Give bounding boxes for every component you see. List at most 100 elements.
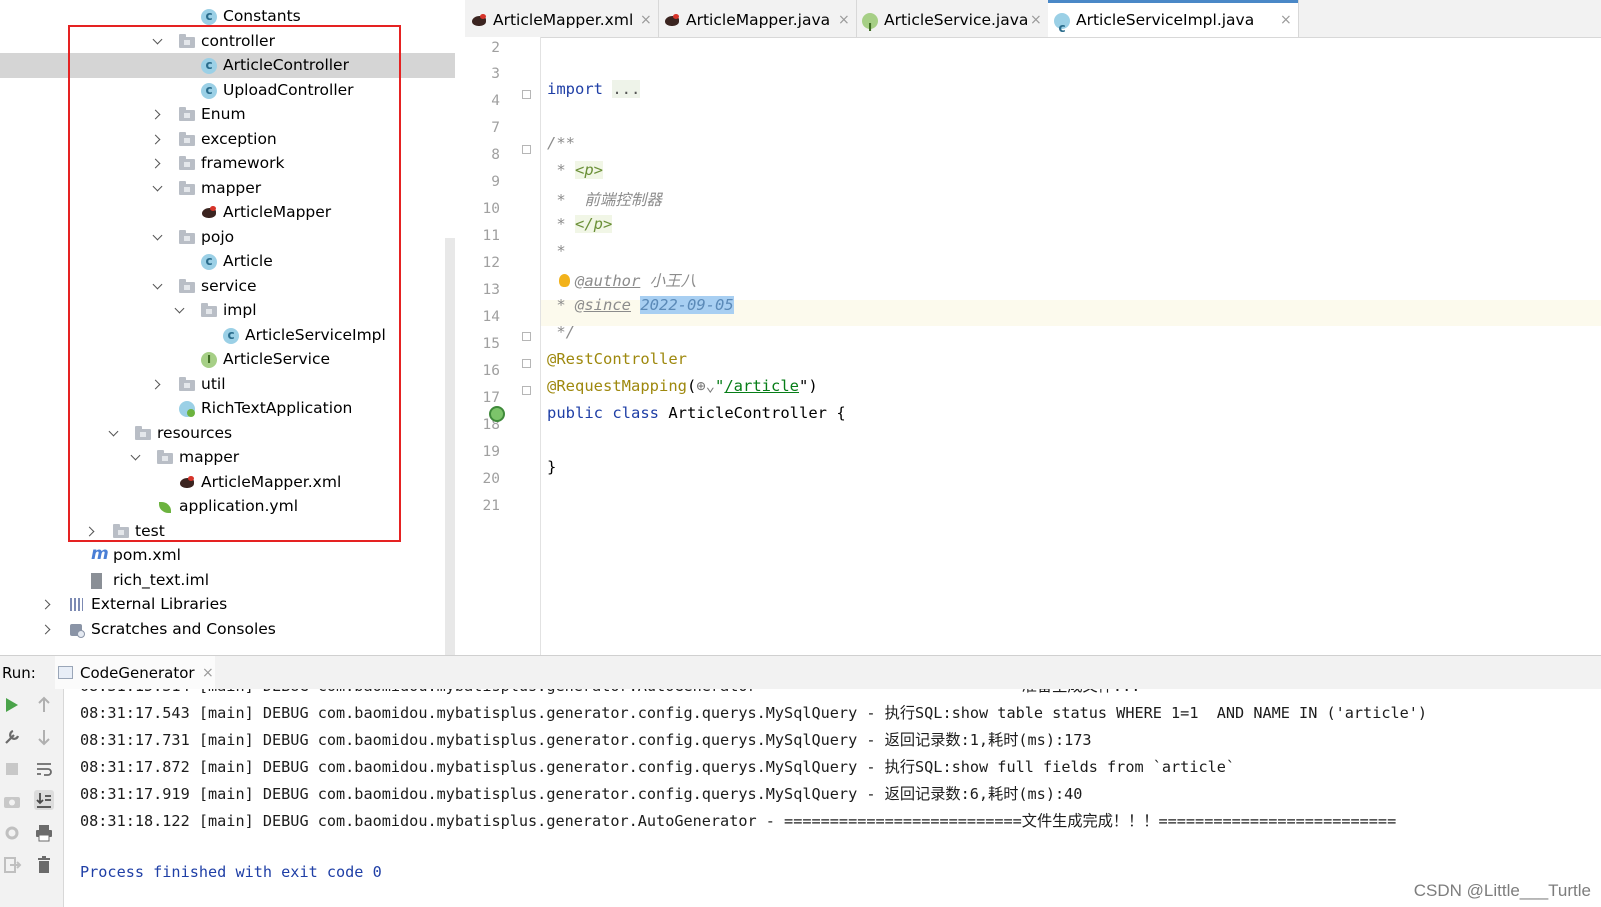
fold-marker-icon[interactable] [522,386,531,395]
code-line-restcontroller: @RestController [547,350,687,368]
wrench-icon[interactable] [2,727,22,747]
line-number: 16 [482,363,500,379]
code-editor[interactable]: import ... /** * <p> * 前端控制器 * </p> * @a… [541,37,1601,655]
gear-bug-icon[interactable] [2,823,22,843]
code-line-doc-p: * <p> [547,161,603,179]
watermark: CSDN @Little___Turtle [1413,881,1591,900]
tree-scrollbar[interactable] [445,238,455,655]
chevron-right-icon[interactable] [41,592,55,617]
globe-icon[interactable]: ⊕⌄ [696,377,715,395]
console-line: 08:31:15.314 [main] DEBUG com.baomidou.m… [80,689,1378,696]
rerun-icon[interactable] [2,695,22,715]
code-line-class-decl: public class ArticleController { [547,404,846,422]
editor-tab[interactable]: ArticleMapper.xml × [465,0,659,37]
mybatis-icon [471,13,487,29]
chevron-right-icon[interactable] [41,617,55,642]
line-number: 2 [491,40,500,56]
line-number: 3 [491,66,500,82]
tree-item[interactable]: pom.xml [0,542,455,568]
close-icon[interactable]: × [838,0,850,40]
run-label: Run: [2,664,36,682]
fold-marker-icon[interactable] [522,332,531,341]
code-line-doc-close: */ [547,323,575,341]
stop-icon[interactable] [2,759,22,779]
tree-item[interactable]: External Libraries [0,592,455,617]
exit-icon[interactable] [2,855,22,875]
editor-tabs: ArticleMapper.xml×ArticleMapper.java×Art… [465,0,1601,48]
tree-item-label: Scratches and Consoles [91,619,276,638]
soft-wrap-icon[interactable] [34,759,54,779]
tree-item[interactable]: Scratches and Consoles [0,617,455,642]
editor-tab-label: ArticleServiceImpl.java [1076,11,1255,29]
close-icon[interactable]: × [640,0,652,40]
line-number: 15 [482,336,500,352]
code-line-doc-desc: * 前端控制器 [547,191,662,209]
lightbulb-icon[interactable] [559,274,570,287]
run-side-toolbar [0,689,64,907]
line-number: 9 [491,174,500,190]
editor-tab-label: ArticleMapper.java [686,11,831,29]
run-toolbar: Run: CodeGenerator × [0,655,1601,690]
line-number: 8 [491,147,500,163]
fold-placeholder[interactable]: ... [612,80,641,98]
tree-item[interactable]: rich_text.iml [0,568,455,593]
camera-icon[interactable] [2,791,22,811]
line-number: 19 [482,444,500,460]
tree-item-label: pom.xml [113,546,181,564]
line-number: 21 [482,498,500,514]
line-number: 7 [491,120,500,136]
interface-icon [862,8,878,48]
editor-gutter: 2 3 4 7 8 9 10 11 12 13 14 15 16 17 18 19 20 21 [465,37,541,655]
code-line-doc-since: * @since 2022-09-05 [547,296,734,314]
console-line: 08:31:17.731 [main] DEBUG com.baomidou.m… [80,731,1092,749]
arrow-up-icon[interactable] [34,695,54,715]
code-line-doc-open: /** [547,134,575,152]
line-number: 12 [482,255,500,271]
console-line: 08:31:17.543 [main] DEBUG com.baomidou.m… [80,704,1428,722]
line-number: 10 [482,201,500,217]
console-icon [58,666,73,679]
mybatis-icon [664,13,680,29]
run-tab-label: CodeGenerator [80,664,195,682]
console-line: 08:31:17.919 [main] DEBUG com.baomidou.m… [80,785,1083,803]
console-output[interactable]: 08:31:15.314 [main] DEBUG com.baomidou.m… [64,689,1601,907]
editor-tab-label: ArticleService.java [884,11,1029,29]
arrow-down-icon[interactable] [34,727,54,747]
scratches-icon [69,622,85,638]
maven-icon [91,542,109,567]
console-line: 08:31:17.872 [main] DEBUG com.baomidou.m… [80,758,1236,776]
print-icon[interactable] [34,823,54,843]
editor-tab[interactable]: ArticleMapper.java × [658,0,857,37]
spring-bean-icon[interactable] [489,406,505,422]
highlight-box [68,25,401,542]
line-number: 14 [482,309,500,325]
console-line: 08:31:18.122 [main] DEBUG com.baomidou.m… [80,812,1397,830]
line-number: 11 [482,228,500,244]
fold-marker-icon[interactable] [522,145,531,154]
class-icon [201,4,217,29]
line-number: 17 [482,390,500,406]
line-number: 4 [491,93,500,109]
editor-tab[interactable]: ArticleServiceImpl.java × [1048,0,1299,48]
code-line-import: import ... [547,80,641,98]
editor-tab[interactable]: ArticleService.java× [856,0,1049,48]
process-exit-message: Process finished with exit code 0 [80,863,382,881]
tree-item-label: External Libraries [91,595,228,613]
code-line-doc-p-close: * </p> [547,215,613,233]
scroll-to-end-icon[interactable] [34,790,54,810]
trash-icon[interactable] [34,855,54,875]
line-number: 20 [482,471,500,487]
code-line-close-brace: } [547,458,557,476]
code-line-requestmapping: @RequestMapping(⊕⌄"/article") [547,377,818,395]
fold-marker-icon[interactable] [522,359,531,368]
close-icon[interactable]: × [1030,0,1042,40]
fold-marker-icon[interactable] [522,90,531,99]
libraries-icon [69,597,85,613]
class-icon [1054,8,1070,48]
close-icon[interactable]: × [202,656,214,690]
run-tab-codegenerator[interactable]: CodeGenerator × [55,656,215,689]
close-icon[interactable]: × [1280,0,1292,40]
line-number: 13 [482,282,500,298]
editor-tab-label: ArticleMapper.xml [493,11,634,29]
file-icon [91,572,102,589]
